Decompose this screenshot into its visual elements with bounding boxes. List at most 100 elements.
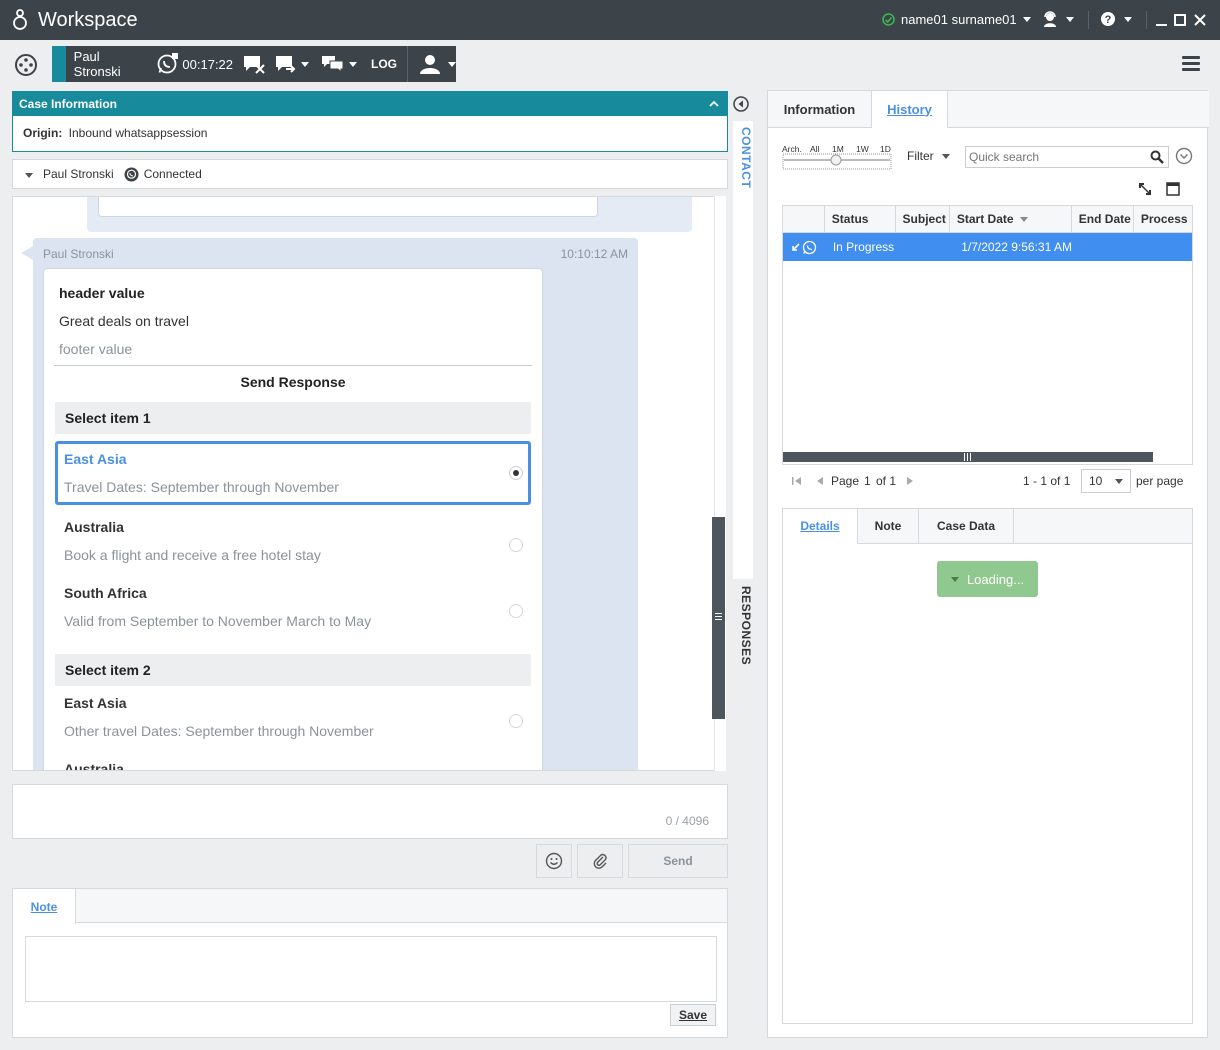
list-item-description: Valid from September to November March t…: [64, 613, 372, 629]
emoji-button[interactable]: [536, 844, 572, 878]
list-item[interactable]: East Asia Other travel Dates: September …: [55, 685, 531, 749]
consult-chat-button[interactable]: [321, 54, 358, 74]
contact-person-icon: [419, 55, 440, 74]
team-communicator-button[interactable]: [14, 53, 38, 77]
expand-grid-button[interactable]: [1138, 182, 1152, 196]
subject-cell: [898, 233, 954, 261]
tab-case-data[interactable]: Case Data: [919, 509, 1014, 544]
interaction-contact-name[interactable]: Paul Stronski: [74, 49, 149, 79]
column-header-status[interactable]: Status: [825, 206, 896, 232]
radio-button[interactable]: [509, 604, 523, 618]
case-information-header[interactable]: Case Information: [13, 92, 727, 116]
popout-button[interactable]: [1166, 182, 1180, 196]
transfer-chat-button[interactable]: [275, 54, 310, 74]
window-icon: [1166, 182, 1180, 196]
list-item-title: East Asia: [64, 695, 127, 711]
maximize-button[interactable]: [1174, 14, 1186, 26]
note-textarea[interactable]: [25, 936, 717, 1002]
horizontal-scrollbar[interactable]: [783, 452, 1153, 462]
timeline-slider[interactable]: Arch. All 1M 1W 1D: [782, 143, 894, 171]
filter-label: Filter: [907, 149, 934, 163]
contact-actions-button[interactable]: [418, 54, 456, 74]
page-number[interactable]: 1: [864, 474, 871, 488]
end-chat-button[interactable]: [243, 54, 265, 74]
grip-icon: [715, 613, 722, 620]
next-page-icon[interactable]: [906, 476, 914, 486]
grip-icon: [964, 453, 971, 461]
radio-button[interactable]: [509, 714, 523, 728]
maximize-icon: [1174, 14, 1186, 26]
log-button[interactable]: LOG: [371, 57, 397, 71]
list-item[interactable]: Australia Book a flight and receive a fr…: [55, 509, 531, 573]
list-item[interactable]: Australia: [55, 751, 531, 771]
origin-value: Inbound whatsappsession: [68, 126, 208, 140]
first-page-icon[interactable]: [792, 476, 802, 486]
party-name: Paul Stronski: [43, 167, 114, 181]
page-count: of 1: [876, 474, 897, 488]
help-menu[interactable]: ?: [1100, 11, 1132, 27]
tab-contact[interactable]: CONTACT: [733, 121, 753, 579]
chevron-down-icon: [1066, 16, 1074, 22]
per-page-select[interactable]: 10: [1081, 469, 1131, 493]
filter-dropdown[interactable]: Filter: [907, 149, 950, 163]
tab-information[interactable]: Information: [768, 91, 872, 128]
column-header-start-date[interactable]: Start Date: [950, 206, 1072, 232]
end-chat-icon: [244, 56, 265, 74]
record-range: 1 - 1 of 1: [1023, 474, 1071, 488]
loading-indicator: Loading...: [937, 561, 1038, 597]
column-header-end-date[interactable]: End Date: [1072, 206, 1134, 232]
main-menu-button[interactable]: [1182, 55, 1200, 71]
list-item[interactable]: South Africa Valid from September to Nov…: [55, 575, 531, 639]
agent-status-menu[interactable]: [1042, 11, 1074, 27]
send-button[interactable]: Send: [628, 844, 728, 878]
column-header-subject[interactable]: Subject: [896, 206, 950, 232]
attach-file-button[interactable]: [577, 844, 623, 878]
table-row[interactable]: In Progress 1/7/2022 9:56:31 AM: [783, 233, 1192, 261]
list-item-title: Australia: [64, 761, 124, 771]
minimize-button[interactable]: [1156, 14, 1167, 26]
chevron-down-icon: [1115, 479, 1123, 484]
paperclip-icon: [593, 853, 607, 869]
expand-icon: [1139, 183, 1151, 195]
advanced-search-button[interactable]: [1175, 147, 1193, 165]
message-sender: Paul Stronski: [43, 247, 114, 261]
scrollbar-thumb[interactable]: [712, 517, 725, 719]
quick-search-input[interactable]: [966, 147, 1146, 167]
tab-history[interactable]: History: [872, 91, 948, 128]
message-composer[interactable]: 0 / 4096: [12, 784, 728, 839]
expand-party-toggle[interactable]: [25, 167, 33, 181]
chat-party-row: Paul Stronski Connected: [12, 159, 728, 189]
radio-button[interactable]: [509, 538, 523, 552]
character-counter: 0 / 4096: [665, 814, 709, 828]
dial-pad-icon: [15, 54, 37, 76]
message-bubble: Paul Stronski 10:10:12 AM header value G…: [33, 238, 638, 771]
column-header[interactable]: [783, 206, 825, 232]
list-section-header: Select item 2: [55, 654, 531, 686]
divider: [407, 46, 408, 82]
divider: [1146, 11, 1147, 29]
chevron-down-icon: [1022, 17, 1031, 22]
chevron-up-icon[interactable]: [709, 100, 719, 107]
save-note-button[interactable]: Save: [670, 1004, 716, 1026]
user-menu[interactable]: name01 surname01: [882, 12, 1031, 27]
list-section-header: Select item 1: [55, 402, 531, 434]
column-header-process[interactable]: Process: [1134, 206, 1192, 232]
search-icon[interactable]: [1150, 150, 1164, 164]
collapse-side-panel-button[interactable]: [733, 96, 749, 112]
list-item-description: Book a flight and receive a free hotel s…: [64, 547, 321, 563]
previous-page-icon[interactable]: [816, 476, 824, 486]
tab-details[interactable]: Details: [783, 509, 858, 544]
per-page-label: per page: [1136, 474, 1184, 488]
radio-button[interactable]: [509, 466, 523, 480]
tab-note[interactable]: Note: [858, 509, 919, 544]
circle-chevron-down-icon: [1175, 147, 1193, 165]
list-item[interactable]: East Asia Travel Dates: September throug…: [55, 441, 531, 505]
list-action-title: Send Response: [240, 374, 346, 390]
tab-note[interactable]: Note: [13, 889, 76, 924]
start-date-cell: 1/7/2022 9:56:31 AM: [961, 240, 1072, 254]
close-button[interactable]: [1194, 14, 1206, 26]
quick-search-field[interactable]: [965, 146, 1169, 168]
process-cell: [1143, 233, 1192, 261]
workspace-logo-icon: [12, 8, 28, 32]
tab-responses[interactable]: RESPONSES: [733, 580, 753, 770]
